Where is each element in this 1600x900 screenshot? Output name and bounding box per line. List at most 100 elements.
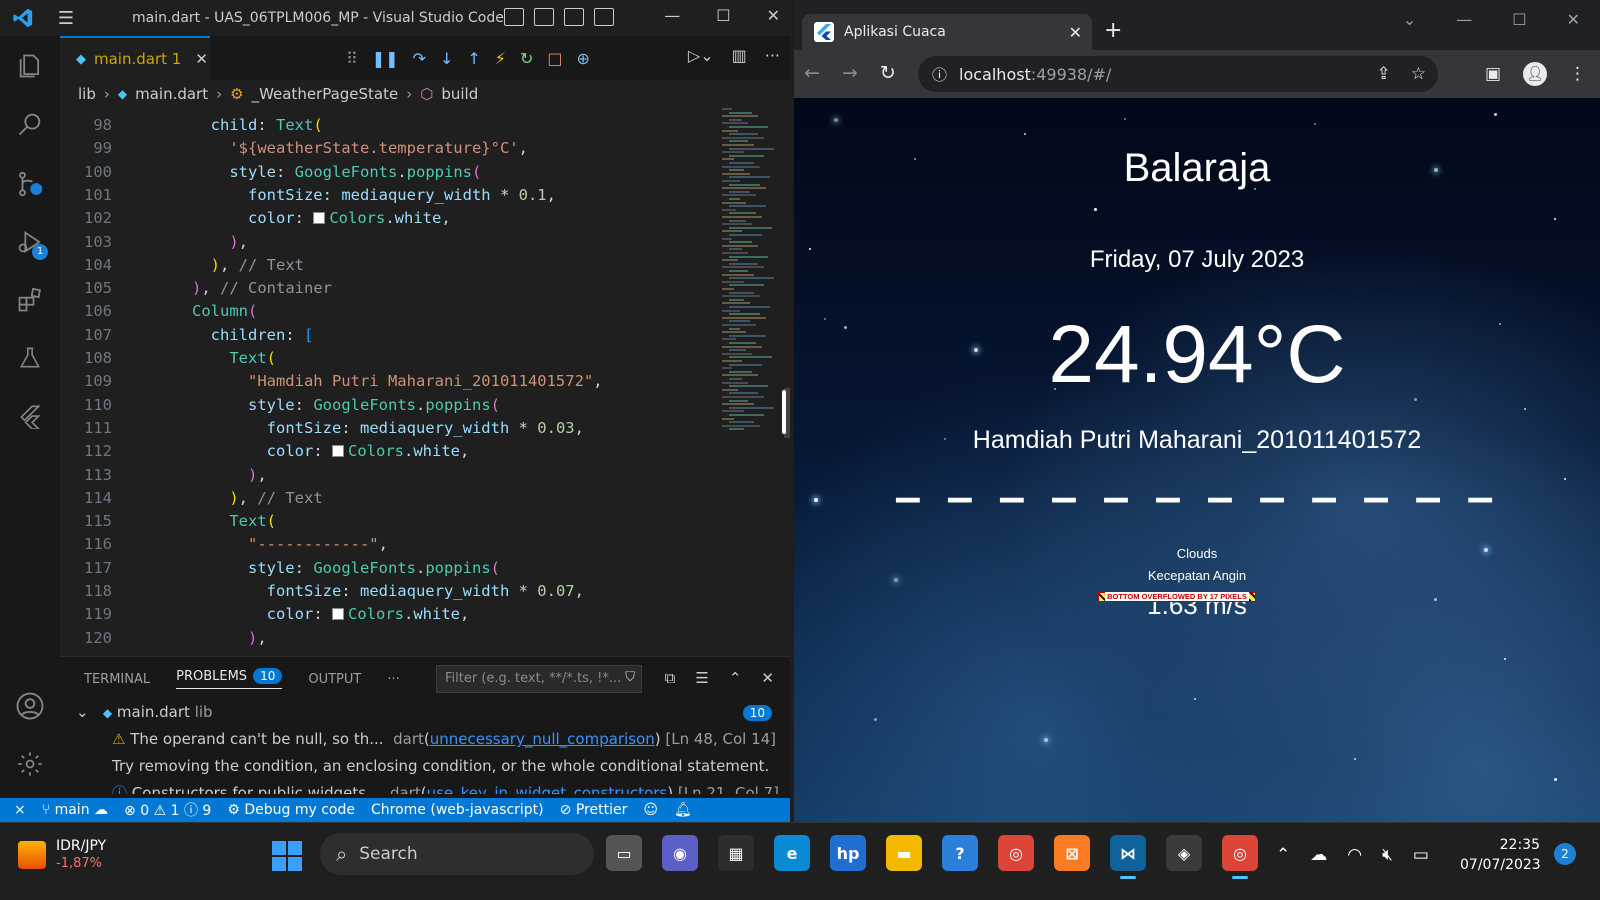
code-line[interactable]: 98 child: Text( (60, 116, 720, 139)
devtools-icon[interactable]: ⊕ (577, 49, 590, 68)
branch-status[interactable]: ⑂ main ☁ (42, 802, 108, 818)
color-swatch-icon[interactable] (313, 212, 326, 225)
address-bar[interactable]: ⓘ localhost:49938/#/ ⇪ ☆ (918, 56, 1438, 92)
toggle-secondary-sidebar-icon[interactable] (564, 8, 584, 26)
tab-terminal[interactable]: TERMINAL (84, 672, 150, 687)
code-line[interactable]: 106 Column( (60, 302, 720, 325)
code-line[interactable]: 120 ), (60, 629, 720, 652)
prettier-status[interactable]: ⊘ Prettier (560, 802, 628, 818)
code-line[interactable]: 113 ), (60, 466, 720, 489)
chrome-icon[interactable]: ◎ (998, 835, 1034, 871)
problem-rule-link[interactable]: unnecessary_null_comparison (430, 730, 655, 748)
microsoft-store-icon[interactable]: ▦ (718, 835, 754, 871)
drag-handle-icon[interactable]: ⠿ (346, 49, 358, 68)
forward-icon[interactable]: → (842, 62, 858, 84)
onedrive-cloud-icon[interactable]: ☁ (1310, 845, 1327, 865)
code-line[interactable]: 105 ), // Container (60, 279, 720, 302)
device-target[interactable]: Chrome (web-javascript) (371, 802, 544, 818)
problems-status[interactable]: ⊗ 0 ⚠ 1 ⓘ 9 (124, 800, 211, 820)
volume-muted-icon[interactable]: 🔇︎ (1382, 845, 1393, 865)
hot-reload-icon[interactable]: ⚡ (495, 49, 506, 68)
close-panel-icon[interactable]: ✕ (761, 669, 774, 687)
color-swatch-icon[interactable] (332, 445, 344, 458)
extensions-icon[interactable] (12, 282, 48, 318)
code-line[interactable]: 114 ), // Text (60, 489, 720, 512)
window-splitter[interactable] (782, 390, 786, 434)
code-line[interactable]: 107 children: [ (60, 326, 720, 349)
chrome-menu-icon[interactable]: ⋮ (1569, 64, 1586, 84)
myhp-icon[interactable]: hp (830, 835, 866, 871)
problem-row[interactable]: ⓘ Constructors for public widgets... dar… (112, 782, 779, 794)
step-out-icon[interactable]: ↑ (467, 49, 480, 68)
code-line[interactable]: 100 style: GoogleFonts.poppins( (60, 163, 720, 186)
step-into-icon[interactable]: ↓ (440, 49, 453, 68)
minimize-icon[interactable]: — (1456, 10, 1472, 29)
tab-close-icon[interactable]: ✕ (1069, 23, 1082, 42)
minimize-icon[interactable]: — (664, 6, 680, 25)
taskbar-clock[interactable]: 22:35 07/07/2023 (1460, 835, 1541, 875)
explorer-icon[interactable] (12, 48, 48, 84)
source-control-icon[interactable] (12, 166, 48, 202)
close-icon[interactable]: ✕ (1567, 10, 1580, 29)
battery-icon[interactable]: ▭ (1413, 845, 1429, 865)
file-explorer-icon[interactable]: ▬ (886, 835, 922, 871)
problem-row[interactable]: ⚠ The operand can't be null, so th... da… (112, 730, 776, 748)
windows-start-icon[interactable] (272, 841, 302, 871)
chrome-active-icon[interactable]: ◎ (1222, 835, 1258, 879)
side-panel-icon[interactable]: ▣ (1485, 64, 1501, 84)
toggle-panel-icon[interactable] (534, 8, 554, 26)
maximize-panel-icon[interactable]: ⌃ (729, 669, 742, 687)
code-editor[interactable]: 98 child: Text(99 '${weatherState.temper… (60, 108, 790, 656)
view-as-list-icon[interactable]: ☰ (695, 669, 708, 687)
code-line[interactable]: 109 "Hamdiah Putri Maharani_201011401572… (60, 372, 720, 395)
code-line[interactable]: 115 Text( (60, 512, 720, 535)
problems-filter-input[interactable]: Filter (e.g. text, **/*.ts, !*... ⛉ (436, 665, 642, 693)
code-line[interactable]: 103 ), (60, 233, 720, 256)
code-line[interactable]: 102 color: Colors.white, (60, 209, 720, 232)
tab-main-dart[interactable]: ◆ main.dart 1 ✕ (60, 36, 210, 80)
code-line[interactable]: 116 "------------", (60, 535, 720, 558)
toggle-sidebar-icon[interactable] (504, 8, 524, 26)
edge-icon[interactable]: e (774, 835, 810, 871)
breadcrumb-method[interactable]: build (441, 85, 478, 103)
profile-avatar-icon[interactable]: 👤︎ (1523, 62, 1547, 86)
code-line[interactable]: 111 fontSize: mediaquery_width * 0.03, (60, 419, 720, 442)
code-line[interactable]: 117 style: GoogleFonts.poppins( (60, 559, 720, 582)
breadcrumb-class[interactable]: _WeatherPageState (252, 85, 399, 103)
testing-icon[interactable] (12, 340, 48, 376)
vscode-taskbar-icon[interactable]: ⋈ (1110, 835, 1146, 879)
filter-icon[interactable]: ⛉ (625, 670, 635, 685)
git-app-icon[interactable]: ◈ (1166, 835, 1202, 871)
notifications-icon[interactable]: 🔔︎ (674, 802, 692, 818)
flutter-icon[interactable] (12, 398, 48, 434)
taskbar-search[interactable]: ⌕ Search (320, 833, 594, 875)
close-icon[interactable]: ✕ (767, 6, 780, 25)
chrome-tab[interactable]: Aplikasi Cuaca ✕ (802, 14, 1092, 50)
tab-close-icon[interactable]: ✕ (195, 50, 208, 68)
stop-icon[interactable]: □ (547, 49, 562, 68)
collapse-all-icon[interactable]: ⧉ (665, 669, 676, 687)
teams-chat-icon[interactable]: ◉ (662, 835, 698, 871)
run-icon[interactable]: ▷⌄ (688, 46, 714, 65)
code-line[interactable]: 99 '${weatherState.temperature}°C', (60, 139, 720, 162)
search-icon[interactable] (12, 106, 48, 142)
pause-icon[interactable]: ❚❚ (372, 49, 399, 68)
customize-layout-icon[interactable] (594, 8, 614, 26)
tab-problems[interactable]: PROBLEMS 10 (176, 668, 283, 689)
show-hidden-icons-icon[interactable]: ⌃ (1276, 845, 1290, 865)
xampp-icon[interactable]: ⊠ (1054, 835, 1090, 871)
code-line[interactable]: 110 style: GoogleFonts.poppins( (60, 396, 720, 419)
maximize-icon[interactable]: ☐ (1512, 10, 1526, 29)
share-icon[interactable]: ⇪ (1377, 64, 1391, 84)
settings-gear-icon[interactable] (12, 746, 48, 782)
problem-file-row[interactable]: ⌄ ◆ main.dart lib (76, 703, 213, 721)
code-line[interactable]: 104 ), // Text (60, 256, 720, 279)
site-info-icon[interactable]: ⓘ (932, 64, 947, 85)
reload-icon[interactable]: ↻ (880, 62, 896, 84)
remote-icon[interactable]: ⨯ (14, 802, 26, 818)
color-swatch-icon[interactable] (332, 608, 344, 621)
split-editor-icon[interactable]: ▥ (732, 46, 747, 65)
code-line[interactable]: 119 color: Colors.white, (60, 605, 720, 628)
hamburger-menu-icon[interactable]: ☰ (46, 8, 86, 29)
tab-search-icon[interactable]: ⌄ (1403, 10, 1416, 29)
